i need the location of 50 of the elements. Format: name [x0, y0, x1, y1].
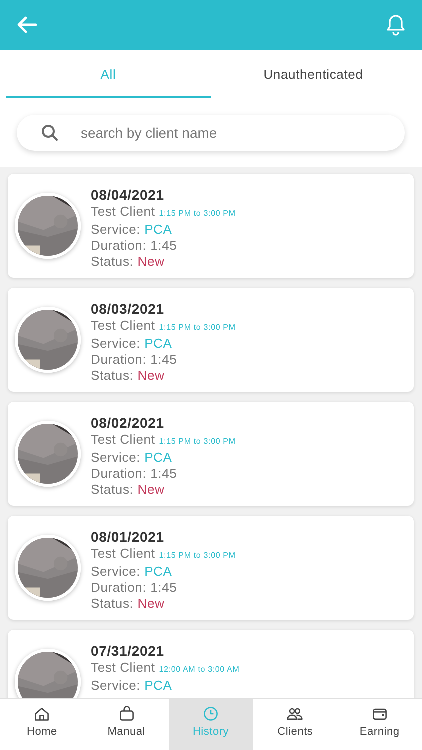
home-icon	[33, 705, 52, 723]
visit-time: 1:15 PM to 3:00 PM	[159, 550, 236, 562]
status-value: New	[138, 482, 165, 498]
client-name: Test Client	[91, 204, 156, 220]
service-value: PCA	[144, 450, 172, 466]
status-label: Status:	[91, 368, 134, 384]
tab[interactable]: Unauthenticated	[211, 50, 416, 98]
back-arrow-icon[interactable]	[16, 16, 38, 34]
clock-icon	[202, 705, 220, 723]
status-value: New	[138, 596, 165, 612]
status-label: Status:	[91, 596, 134, 612]
service-label: Service:	[91, 678, 141, 694]
visit-time: 12:00 AM to 3:00 AM	[159, 664, 240, 676]
search-icon	[41, 124, 59, 142]
status-value: New	[138, 368, 165, 384]
status-label: Status:	[91, 254, 134, 270]
search-field[interactable]: search by client name	[17, 114, 405, 150]
visit-date: 08/01/2021	[91, 529, 166, 546]
service-value: PCA	[144, 564, 172, 580]
visit-card[interactable]: 08/02/2021 Test Client 1:15 PM to 3:00 PM Service: PCA Duration: 1:45 Status: New	[8, 402, 414, 506]
visit-card[interactable]: 08/03/2021 Test Client 1:15 PM to 3:00 PM Service: PCA Duration: 1:45 Status: New	[8, 288, 414, 392]
service-value: PCA	[144, 222, 172, 238]
status-label: Status:	[91, 482, 134, 498]
client-name: Test Client	[91, 432, 156, 448]
visit-time: 1:15 PM to 3:00 PM	[159, 208, 236, 220]
bag-icon	[118, 705, 136, 723]
client-name: Test Client	[91, 546, 156, 562]
visit-card[interactable]: 08/04/2021 Test Client 1:15 PM to 3:00 PM Service: PCA Duration: 1:45 Status: New	[8, 174, 414, 278]
service-value: PCA	[144, 336, 172, 352]
bell-icon[interactable]	[386, 14, 406, 36]
visit-date: 08/02/2021	[91, 415, 166, 432]
visit-card[interactable]: 08/01/2021 Test Client 1:15 PM to 3:00 PM Service: PCA Duration: 1:45 Status: New	[8, 516, 414, 620]
visit-date: 08/03/2021	[91, 301, 166, 318]
duration-text: Duration: 1:45	[91, 238, 178, 254]
visit-date: 08/04/2021	[91, 187, 166, 204]
visit-time: 1:15 PM to 3:00 PM	[159, 322, 236, 334]
service-label: Service:	[91, 336, 141, 352]
status-value: New	[138, 254, 165, 270]
visit-date: 07/31/2021	[91, 643, 166, 660]
service-value: PCA	[144, 678, 172, 694]
service-label: Service:	[91, 564, 141, 580]
client-name: Test Client	[91, 660, 156, 676]
service-label: Service:	[91, 450, 141, 466]
duration-text: Duration: 1:45	[91, 580, 178, 596]
client-name: Test Client	[91, 318, 156, 334]
service-label: Service:	[91, 222, 141, 238]
visit-card[interactable]: 07/31/2021 Test Client 12:00 AM to 3:00 AM Service: PCA	[8, 630, 414, 698]
duration-text: Duration: 1:45	[91, 352, 178, 368]
duration-text: Duration: 1:45	[91, 466, 178, 482]
visit-time: 1:15 PM to 3:00 PM	[159, 436, 236, 448]
